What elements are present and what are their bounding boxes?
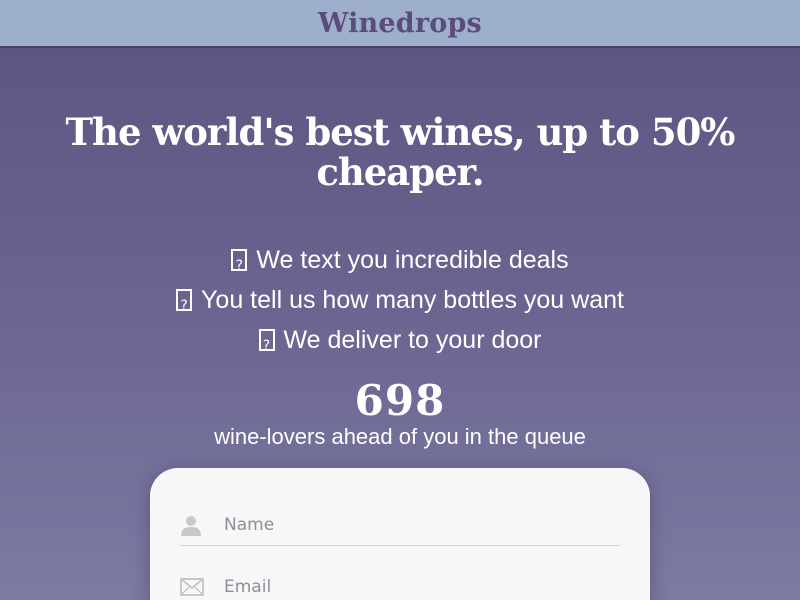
name-field[interactable]	[180, 504, 620, 546]
user-icon	[180, 514, 202, 536]
brand-logo[interactable]: Winedrops	[318, 8, 482, 39]
step-text: We text you incredible deals	[256, 246, 569, 274]
signup-card	[150, 468, 650, 600]
step-text: We deliver to your door	[283, 326, 542, 354]
step-text: You tell us how many bottles you want	[201, 286, 624, 314]
email-field[interactable]	[180, 566, 620, 600]
missing-glyph-icon	[258, 328, 275, 364]
step-item: We text you incredible deals	[0, 240, 800, 284]
name-input[interactable]	[224, 514, 604, 535]
queue-label: wine-lovers ahead of you in the queue	[214, 424, 586, 449]
envelope-icon	[180, 576, 204, 598]
top-bar: Winedrops	[0, 0, 800, 48]
steps-list: We text you incredible deals You tell us…	[0, 240, 800, 364]
email-input[interactable]	[224, 577, 604, 597]
missing-glyph-icon	[176, 288, 193, 324]
step-item: We deliver to your door	[0, 320, 800, 364]
hero-headline: The world's best wines, up to 50% cheape…	[65, 110, 736, 194]
step-item: You tell us how many bottles you want	[0, 280, 800, 324]
missing-glyph-icon	[231, 248, 248, 284]
queue-count: 698	[354, 376, 446, 425]
